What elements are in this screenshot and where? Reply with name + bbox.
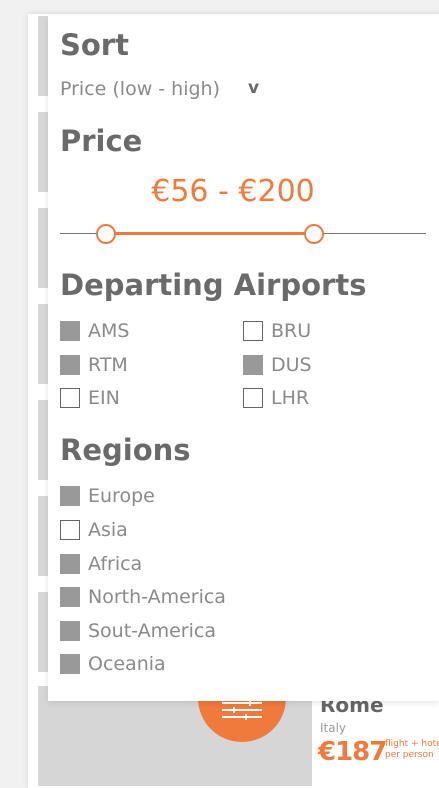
airport-label: RTM (88, 354, 128, 376)
filter-sliders-icon (222, 700, 262, 720)
region-option-north-america[interactable]: North-America (60, 586, 226, 608)
result-strip (38, 592, 48, 672)
sort-select[interactable]: Price (low - high) (60, 78, 220, 100)
result-strip (38, 400, 48, 480)
airport-label: BRU (271, 320, 312, 342)
region-option-oceania[interactable]: Oceania (60, 653, 166, 675)
result-country: Italy (320, 721, 347, 735)
regions-heading: Regions (60, 433, 191, 467)
airport-label: EIN (88, 387, 120, 409)
checkbox[interactable] (60, 486, 80, 506)
result-strip (38, 208, 48, 288)
chevron-down-icon[interactable]: v (248, 78, 259, 98)
slider-handle-min[interactable] (96, 224, 116, 244)
airport-option-lhr[interactable]: LHR (243, 387, 309, 409)
airport-option-dus[interactable]: DUS (243, 354, 312, 376)
checkbox[interactable] (243, 388, 263, 408)
price-range-value: €56 - €200 (151, 174, 315, 209)
checkbox[interactable] (60, 520, 80, 540)
region-label: Africa (88, 553, 143, 575)
slider-handle-max[interactable] (304, 224, 324, 244)
checkbox[interactable] (60, 321, 80, 341)
airport-label: DUS (271, 354, 312, 376)
slider-fill (106, 232, 314, 235)
checkbox[interactable] (60, 554, 80, 574)
price-note-line2: per person (385, 750, 434, 760)
result-strip (38, 112, 48, 192)
airport-option-bru[interactable]: BRU (243, 320, 311, 342)
price-heading: Price (60, 124, 143, 158)
region-label: North-America (88, 586, 226, 608)
checkbox[interactable] (60, 587, 80, 607)
airport-label: AMS (88, 320, 130, 342)
region-label: Asia (88, 519, 128, 541)
result-price: €187 (318, 737, 387, 767)
region-option-africa[interactable]: Africa (60, 553, 142, 575)
result-price-note: flight + hotel per person (385, 739, 439, 761)
filter-panel: Sort Price (low - high) v Price €56 - €2… (48, 16, 439, 701)
checkbox[interactable] (243, 355, 263, 375)
airports-heading: Departing Airports (60, 268, 367, 302)
checkbox[interactable] (243, 321, 263, 341)
result-strip (38, 16, 48, 96)
checkbox[interactable] (60, 355, 80, 375)
region-option-asia[interactable]: Asia (60, 519, 128, 541)
airport-option-rtm[interactable]: RTM (60, 354, 128, 376)
checkbox[interactable] (60, 654, 80, 674)
airport-option-ein[interactable]: EIN (60, 387, 120, 409)
airport-label: LHR (271, 387, 310, 409)
region-label: Oceania (88, 653, 166, 675)
price-note-line1: flight + hotel (385, 739, 439, 749)
checkbox[interactable] (60, 388, 80, 408)
sort-heading: Sort (60, 28, 129, 62)
airport-option-ams[interactable]: AMS (60, 320, 129, 342)
result-strip (38, 304, 48, 384)
result-strip (38, 496, 48, 576)
region-label: Sout-America (88, 620, 216, 642)
checkbox[interactable] (60, 621, 80, 641)
region-label: Europe (88, 485, 155, 507)
region-option-south-america[interactable]: Sout-America (60, 620, 216, 642)
region-option-europe[interactable]: Europe (60, 485, 155, 507)
price-slider[interactable] (60, 222, 426, 246)
